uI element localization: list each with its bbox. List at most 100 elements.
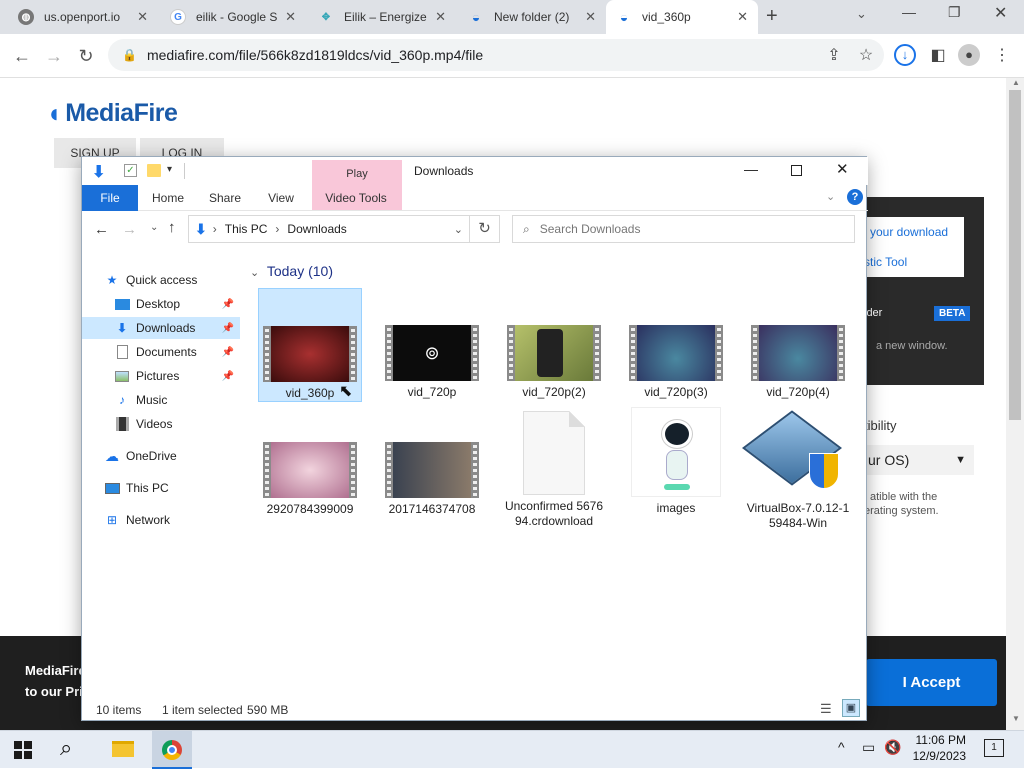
file-item[interactable]: 2017146374708 [380,442,484,517]
os-select[interactable]: ur OS) ▼ [864,445,974,475]
profile-avatar[interactable]: ● [958,44,980,66]
file-item[interactable]: VirtualBox-7.0.12-159484-Win [741,407,850,531]
close-icon[interactable]: ✕ [585,9,596,25]
chevron-up-icon[interactable]: ^ [838,739,845,755]
side-panel-icon[interactable]: ◧ [926,44,950,68]
details-view-icon[interactable]: ☰ [820,701,832,717]
tab-new-folder[interactable]: ◒ New folder (2) ✕ [458,0,606,34]
star-icon: ★ [106,273,118,287]
group-header-today[interactable]: ⌄ Today (10) [250,263,333,279]
new-folder-icon[interactable] [147,164,161,177]
sidebar-item-pictures[interactable]: Pictures 📌 [114,365,240,387]
close-icon[interactable]: ✕ [737,9,748,25]
minimize-button[interactable]: — [744,161,758,177]
volume-muted-icon[interactable]: 🔇 [884,739,901,756]
file-item[interactable]: vid_720p(3) [624,325,728,400]
menu-icon[interactable]: ⋮ [990,44,1014,68]
share-icon[interactable]: ⇪ [822,44,846,68]
network-status-icon[interactable]: ▭ [862,739,875,756]
file-item[interactable]: vid_720p(2) [502,325,606,400]
tab-eilik[interactable]: ✥ Eilik – Energize ✕ [308,0,456,34]
downloads-arrow-icon: ⬇ [195,220,207,237]
forward-button[interactable]: → [42,44,66,68]
tool-link[interactable]: stic Tool [864,255,907,269]
properties-icon[interactable]: ✓ [124,164,137,177]
clock-time[interactable]: 11:06 PM [910,733,966,747]
address-path[interactable]: ⬇ › This PC › Downloads ⌄ [188,215,470,243]
clock-date[interactable]: 12/9/2023 [910,749,966,763]
tab-vid-360p[interactable]: ◒ vid_360p ✕ [606,0,758,34]
sidebar-item-desktop[interactable]: Desktop 📌 [114,293,240,315]
pin-icon[interactable]: 📌 [222,347,234,358]
chevron-down-icon[interactable]: ⌄ [454,223,463,236]
close-window-button[interactable]: ✕ [994,3,1007,23]
restore-button[interactable]: ❐ [948,4,961,21]
tab-file[interactable]: File [82,185,138,211]
tab-title: Eilik – Energize [344,10,427,24]
windows-start-icon[interactable] [14,741,32,759]
bookmark-star-icon[interactable]: ☆ [854,44,878,68]
large-icons-view-icon[interactable]: ▣ [842,699,860,717]
download-panel: your download stic Tool lder BETA a new … [864,197,984,543]
maximize-button[interactable] [791,165,802,176]
file-explorer-taskbar-button[interactable] [104,731,140,769]
close-icon[interactable]: ✕ [137,9,148,25]
back-arrow-icon[interactable]: ← [94,221,109,238]
file-item[interactable]: vid_720p(4) [746,325,850,400]
file-item[interactable]: Unconfirmed 567694.crdownload [502,411,606,529]
file-explorer-window: ⬇ ✓ ▾ Play Downloads — ✕ File Home Share… [81,156,868,721]
pin-icon[interactable]: 📌 [222,323,234,334]
tab-search-icon[interactable]: ⌄ [856,6,867,22]
pin-icon[interactable]: 📌 [222,299,234,310]
page-scrollbar[interactable]: ▲ ▼ [1006,78,1024,730]
mediafire-logo[interactable]: ◖ MediaFire [46,98,178,129]
downloads-icon[interactable]: ↓ [894,44,916,66]
breadcrumb-this-pc[interactable]: This PC [225,222,268,236]
sidebar-item-music[interactable]: ♪ Music [114,389,240,411]
sidebar-item-downloads[interactable]: ⬇ Downloads 📌 [82,317,240,339]
back-button[interactable]: ← [10,44,34,68]
tab-google[interactable]: G eilik - Google S ✕ [160,0,306,34]
sidebar-item-videos[interactable]: Videos [114,413,240,435]
your-download-link[interactable]: your download [870,225,948,239]
tab-video-tools[interactable]: Video Tools [316,185,396,211]
tab-share[interactable]: Share [202,185,248,211]
qat-customize-icon[interactable]: ▾ [167,164,172,175]
forward-arrow-icon[interactable]: → [122,221,137,238]
recent-locations-icon[interactable]: ⌄ [150,222,158,233]
minimize-button[interactable]: — [902,4,916,20]
sidebar-item-documents[interactable]: Documents 📌 [114,341,240,363]
search-input[interactable]: ⌕ Search Downloads [512,215,855,243]
breadcrumb-downloads[interactable]: Downloads [287,222,346,236]
tab-title: eilik - Google S [196,10,278,24]
ribbon-expand-icon[interactable]: ⌄ [826,190,835,203]
close-button[interactable]: ✕ [836,160,849,178]
sidebar-item-quick-access[interactable]: ★ Quick access [104,269,242,291]
pictures-icon [114,369,130,383]
accept-cookies-button[interactable]: I Accept [866,659,997,706]
file-item[interactable]: images [624,407,728,516]
up-arrow-icon[interactable]: ↑ [168,219,176,236]
sidebar-item-this-pc[interactable]: This PC [104,477,242,499]
file-item[interactable]: ⊚ vid_720p [380,325,484,400]
new-tab-button[interactable]: + [766,5,778,28]
sidebar-item-network[interactable]: ⊞ Network [104,509,242,531]
reload-button[interactable]: ↻ [74,44,98,68]
tab-home[interactable]: Home [144,185,192,211]
tab-view[interactable]: View [258,185,304,211]
help-icon[interactable]: ? [847,189,863,205]
selected-count: 1 item selected [162,703,243,717]
close-icon[interactable]: ✕ [285,9,296,25]
refresh-button[interactable]: ↻ [470,215,500,243]
sidebar-item-onedrive[interactable]: ☁ OneDrive [104,445,242,467]
search-icon[interactable]: ⌕ [60,735,72,761]
document-icon [114,345,130,359]
close-icon[interactable]: ✕ [435,9,446,25]
file-item[interactable]: 2920784399009 [258,442,362,517]
pin-icon[interactable]: 📌 [222,371,234,382]
tab-openport[interactable]: ◍ us.openport.io ✕ [8,0,158,34]
url-bar[interactable]: 🔒 mediafire.com/file/566k8zd1819ldcs/vid… [108,39,884,71]
notification-center-icon[interactable]: 1 [984,739,1004,757]
chrome-taskbar-button[interactable] [152,731,192,769]
new-window-text: a new window. [876,340,948,352]
